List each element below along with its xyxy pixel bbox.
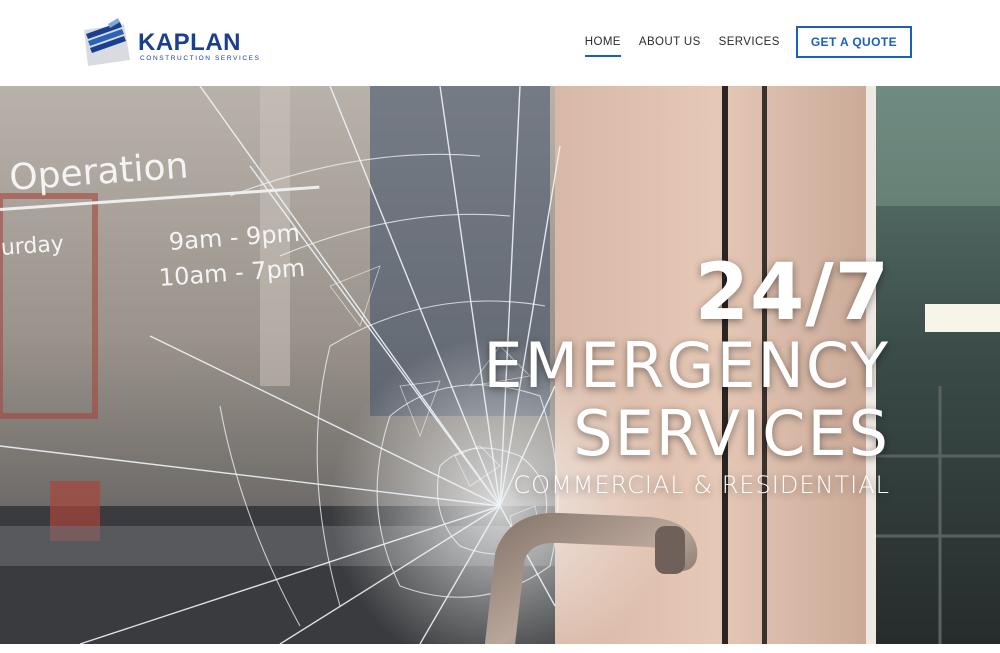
kaplan-logo[interactable]: KAPLAN CONSTRUCTION SERVICES [78,14,261,70]
hero-banner: Operation urday 9am - 9pm 10am - 7pm 24/… [0,86,1000,644]
main-nav: HOME ABOUT US SERVICES GET A QUOTE [567,26,912,58]
hero-headline-line2: SERVICES [573,397,890,470]
window-sign-day: urday [0,231,65,261]
hero-subline: COMMERCIAL & RESIDENTIAL [513,471,890,499]
site-header: KAPLAN CONSTRUCTION SERVICES HOME ABOUT … [0,0,1000,86]
nav-item-services[interactable]: SERVICES [719,32,780,52]
hero-big-number: 24/7 [694,248,890,338]
brand-name: KAPLAN [138,29,241,56]
brand-tagline: CONSTRUCTION SERVICES [140,55,261,62]
nav-item-about-us[interactable]: ABOUT US [639,32,701,52]
logo-mark-icon [84,18,130,66]
nav-item-home[interactable]: HOME [584,32,621,57]
get-a-quote-button[interactable]: GET A QUOTE [795,26,912,58]
hero-headline-line1: EMERGENCY [483,329,890,402]
page-bottom-strip [0,644,1000,653]
hero-heading-block: 24/7 EMERGENCY SERVICES COMMERCIAL & RES… [483,254,890,500]
